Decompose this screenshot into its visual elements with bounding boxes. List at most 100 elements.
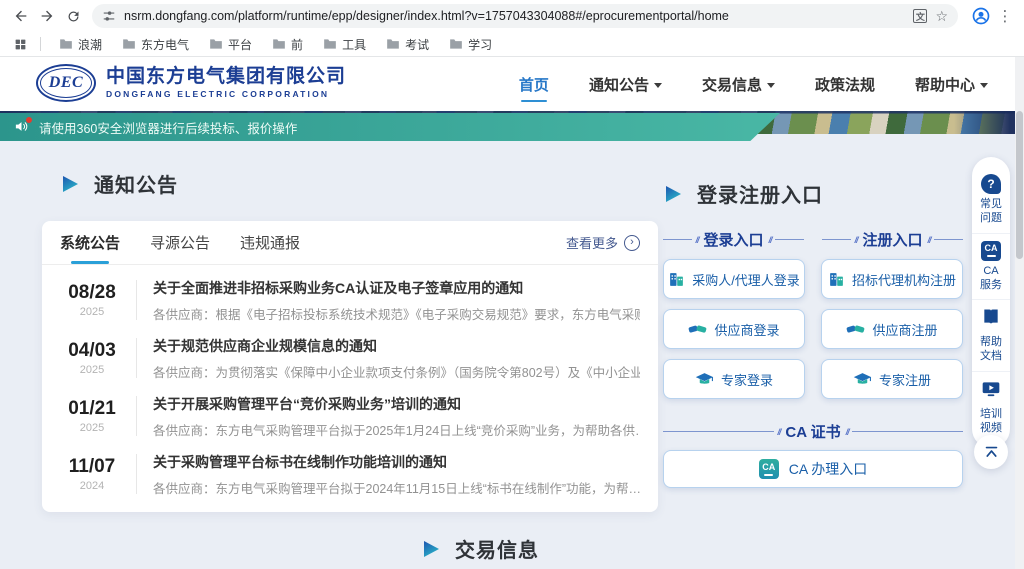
- refresh-button[interactable]: [60, 3, 86, 29]
- bookmark-folder-langchao[interactable]: 浪潮: [51, 34, 110, 55]
- nav-item-trade-info[interactable]: 交易信息: [702, 57, 775, 111]
- notification-dot: [26, 117, 32, 123]
- faq-item[interactable]: ? 常见问题: [972, 167, 1010, 233]
- nav-item-policies[interactable]: 政策法规: [815, 57, 875, 111]
- help-docs-item[interactable]: 帮助文档: [972, 299, 1010, 371]
- folder-icon: [59, 38, 73, 50]
- screen: nsrm.dongfang.com/platform/runtime/epp/d…: [0, 0, 1024, 569]
- nav-item-home[interactable]: 首页: [519, 57, 549, 111]
- divider: [136, 280, 137, 320]
- trade-section-title: 交易信息: [0, 534, 960, 563]
- login-register-headers: 登录入口 注册入口: [663, 229, 963, 250]
- company-name-cn: 中国东方电气集团有限公司: [106, 67, 346, 88]
- register-entry-header: 注册入口: [822, 229, 963, 250]
- browser-toolbar: nsrm.dongfang.com/platform/runtime/epp/d…: [0, 0, 1024, 32]
- notice-desc: 各供应商：根据《电子招标投标系统技术规范》《电子采购交易规范》要求，东方电气采购…: [153, 304, 640, 323]
- bookmark-star-icon[interactable]: ☆: [935, 9, 948, 23]
- question-icon: ?: [981, 174, 1001, 194]
- ca-cert-header: CA 证书: [663, 421, 963, 442]
- register-button-column: 招标代理机构注册 供应商注册 专家注册: [821, 259, 963, 399]
- divider: [136, 454, 137, 494]
- notice-item[interactable]: 08/28 2025 关于全面推进非招标采购业务CA认证及电子签章应用的通知 各…: [60, 271, 640, 329]
- back-button[interactable]: [8, 3, 34, 29]
- profile-icon: [971, 6, 991, 26]
- site-settings-icon[interactable]: [102, 9, 116, 23]
- translate-icon[interactable]: 文: [913, 9, 927, 23]
- profile-button[interactable]: [968, 3, 994, 29]
- nav-item-notices[interactable]: 通知公告: [589, 57, 662, 111]
- divider: [136, 396, 137, 436]
- chevron-down-icon: [767, 83, 775, 88]
- url-text[interactable]: nsrm.dongfang.com/platform/runtime/epp/d…: [124, 9, 905, 23]
- notice-title[interactable]: 关于开展采购管理平台“竞价采购业务”培训的通知: [153, 394, 640, 414]
- folder-icon: [122, 38, 136, 50]
- expert-login-button[interactable]: 专家登录: [663, 359, 805, 399]
- expert-register-button[interactable]: 专家注册: [821, 359, 963, 399]
- notices-section-title: 通知公告: [60, 169, 178, 198]
- company-name-en: DONGFANG ELECTRIC CORPORATION: [106, 89, 346, 99]
- back-icon: [13, 8, 29, 24]
- back-to-top-button[interactable]: [974, 435, 1008, 469]
- notice-title[interactable]: 关于全面推进非招标采购业务CA认证及电子签章应用的通知: [153, 278, 640, 298]
- forward-icon: [39, 8, 55, 24]
- login-section-title: 登录注册入口: [663, 179, 823, 208]
- circle-chevron-right-icon: ›: [624, 235, 640, 251]
- handshake-icon: [688, 320, 707, 339]
- scrollbar-thumb[interactable]: [1016, 111, 1023, 259]
- ca-service-item[interactable]: CA CA服务: [972, 233, 1010, 300]
- login-button-column: 采购人/代理人登录 供应商登录 专家登录: [663, 259, 805, 399]
- notices-card: 系统公告 寻源公告 违规通报 查看更多 › 08/28 2025 关于全面推进非…: [42, 221, 658, 512]
- nav-item-help-center[interactable]: 帮助中心: [915, 57, 988, 111]
- tab-sourcing-notices[interactable]: 寻源公告: [150, 221, 210, 264]
- handshake-icon: [846, 320, 865, 339]
- folder-icon: [449, 38, 463, 50]
- ca-apply-button[interactable]: CA CA 办理入口: [663, 450, 963, 488]
- bookmark-folder-front[interactable]: 前: [264, 34, 311, 55]
- supplier-register-button[interactable]: 供应商注册: [821, 309, 963, 349]
- building-icon: [828, 271, 845, 288]
- notice-item[interactable]: 04/03 2025 关于规范供应商企业规模信息的通知 各供应商：为贯彻落实《保…: [60, 329, 640, 387]
- bookmark-folder-study[interactable]: 学习: [441, 34, 500, 55]
- notice-date: 11/07 2024: [60, 456, 124, 492]
- notice-title[interactable]: 关于采购管理平台标书在线制作功能培训的通知: [153, 452, 640, 472]
- notice-item[interactable]: 01/21 2025 关于开展采购管理平台“竞价采购业务”培训的通知 各供应商：…: [60, 387, 640, 445]
- purchaser-agent-login-button[interactable]: 采购人/代理人登录: [663, 259, 805, 299]
- folder-icon: [386, 38, 400, 50]
- refresh-icon: [66, 9, 81, 24]
- site-header: DEC 中国东方电气集团有限公司 DONGFANG ELECTRIC CORPO…: [0, 57, 1024, 111]
- browser-menu-button[interactable]: ⋮: [994, 3, 1016, 29]
- graduate-cap-icon: [695, 370, 714, 389]
- bookmark-folder-tools[interactable]: 工具: [315, 34, 374, 55]
- bidding-agency-register-button[interactable]: 招标代理机构注册: [821, 259, 963, 299]
- page-scrollbar[interactable]: [1015, 57, 1024, 569]
- section-arrow-icon: [421, 539, 441, 559]
- speaker-icon: [14, 119, 30, 135]
- back-to-top-icon: [983, 444, 1000, 461]
- notice-title[interactable]: 关于规范供应商企业规模信息的通知: [153, 336, 640, 356]
- graduate-cap-icon: [853, 370, 872, 389]
- notice-date: 01/21 2025: [60, 398, 124, 434]
- ca-icon: CA: [759, 459, 779, 479]
- ca-icon: CA: [981, 241, 1001, 261]
- notice-date: 04/03 2025: [60, 340, 124, 376]
- folder-icon: [323, 38, 337, 50]
- view-more-link[interactable]: 查看更多 ›: [566, 233, 640, 252]
- folder-icon: [209, 38, 223, 50]
- bookmark-folder-exam[interactable]: 考试: [378, 34, 437, 55]
- main-nav: 首页 通知公告 交易信息 政策法规 帮助中心: [519, 57, 988, 111]
- training-videos-item[interactable]: 培训视频: [972, 371, 1010, 443]
- alert-text: 请使用360安全浏览器进行后续投标、报价操作: [39, 118, 297, 137]
- tab-violation-reports[interactable]: 违规通报: [240, 221, 300, 264]
- tab-system-notices[interactable]: 系统公告: [60, 221, 120, 264]
- notice-item[interactable]: 11/07 2024 关于采购管理平台标书在线制作功能培训的通知 各供应商：东方…: [60, 445, 640, 503]
- site-logo[interactable]: DEC 中国东方电气集团有限公司 DONGFANG ELECTRIC CORPO…: [36, 64, 346, 102]
- bookmark-folder-platform[interactable]: 平台: [201, 34, 260, 55]
- supplier-login-button[interactable]: 供应商登录: [663, 309, 805, 349]
- bookmark-folder-dongfang[interactable]: 东方电气: [114, 34, 197, 55]
- notices-tab-bar: 系统公告 寻源公告 违规通报 查看更多 ›: [42, 221, 658, 265]
- chevron-down-icon: [654, 83, 662, 88]
- url-bar[interactable]: nsrm.dongfang.com/platform/runtime/epp/d…: [92, 4, 958, 28]
- apps-grid-button[interactable]: [10, 34, 30, 54]
- notice-desc: 各供应商：为贯彻落实《保障中小企业款项支付条例》（国务院令第802号）及《中小企…: [153, 362, 640, 381]
- forward-button[interactable]: [34, 3, 60, 29]
